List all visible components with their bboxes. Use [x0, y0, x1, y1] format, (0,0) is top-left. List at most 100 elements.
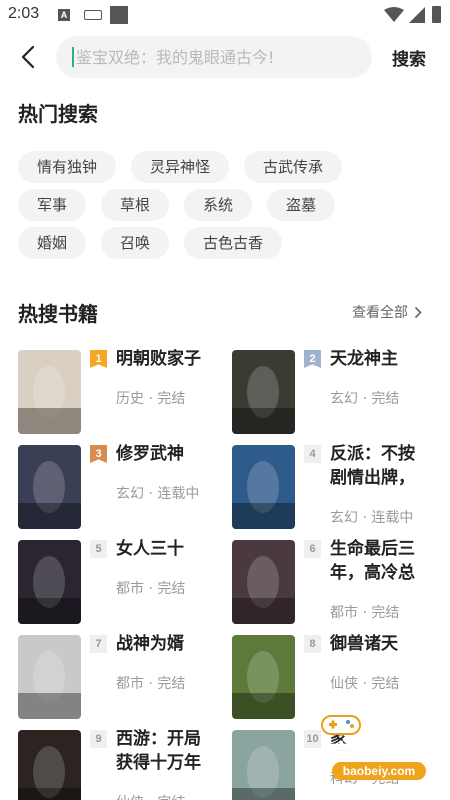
search-tag[interactable]: 召唤	[101, 227, 170, 259]
search-box[interactable]	[56, 36, 372, 78]
signal-icon	[409, 7, 425, 23]
book-meta: 仙侠 · 完结	[330, 673, 399, 693]
book-status: 完结	[371, 605, 400, 621]
search-tag[interactable]: 古色古香	[184, 227, 283, 259]
book-genre: 玄幻	[330, 391, 358, 407]
book-cover[interactable]	[18, 540, 81, 624]
book-cover[interactable]	[232, 635, 295, 719]
book-title[interactable]: 御兽诸天	[330, 632, 426, 656]
book-item[interactable]: 5 女人三十都市 · 完结	[18, 537, 228, 630]
book-cover[interactable]	[232, 540, 295, 624]
watermark-url: baobeiy.com	[332, 762, 426, 780]
book-item[interactable]: 7 战神为婿都市 · 完结	[18, 632, 228, 725]
book-meta: 历史 · 完结	[116, 388, 185, 408]
book-status: 完结	[371, 391, 400, 407]
status-time: 2:03	[8, 5, 40, 22]
book-title[interactable]: 天龙神主	[330, 347, 426, 371]
book-cover[interactable]	[18, 445, 81, 529]
keyboard-icon	[84, 10, 102, 20]
hot-search-tags: 情有独钟 灵异神怪 古武传承 军事 草根 系统 盗墓 婚姻 召唤 古色古香	[18, 151, 438, 265]
book-status: 完结	[371, 676, 400, 692]
rank-badge: 8	[304, 635, 321, 653]
rank-badge: 2	[304, 350, 321, 368]
book-status: 连载中	[157, 486, 200, 502]
meta-separator: ·	[144, 795, 157, 800]
book-item[interactable]: 4 反派：不按剧情出牌， 玄幻 · 连载中	[232, 442, 442, 535]
book-status: 完结	[157, 676, 186, 692]
book-title[interactable]: 女人三十	[116, 537, 212, 561]
book-genre: 都市	[116, 581, 144, 597]
book-genre: 玄幻	[330, 510, 358, 526]
book-item[interactable]: 2 天龙神主玄幻 · 完结	[232, 347, 442, 440]
book-cover[interactable]	[18, 635, 81, 719]
book-meta: 玄幻 · 连载中	[116, 483, 199, 503]
book-item[interactable]: 1 明朝败家子历史 · 完结	[18, 347, 228, 440]
book-meta: 仙侠 · 完结	[116, 792, 185, 800]
book-genre: 都市	[116, 676, 144, 692]
meta-separator: ·	[358, 676, 372, 692]
back-button[interactable]	[14, 42, 42, 72]
chevron-right-icon	[414, 306, 422, 318]
book-genre: 历史	[116, 391, 144, 407]
search-button[interactable]: 搜索	[392, 45, 426, 70]
text-cursor	[72, 47, 74, 67]
meta-separator: ·	[358, 391, 372, 407]
tag-row: 军事 草根 系统 盗墓	[18, 189, 438, 221]
search-tag[interactable]: 草根	[101, 189, 170, 221]
notification-square-icon	[110, 6, 128, 24]
book-status: 完结	[157, 581, 186, 597]
wifi-icon	[384, 7, 404, 22]
book-meta: 都市 · 完结	[330, 602, 399, 622]
rank-badge: 4	[304, 445, 321, 463]
book-title[interactable]: 反派：不按剧情出牌，	[330, 442, 426, 490]
book-cover[interactable]	[18, 350, 81, 434]
book-status: 连载中	[371, 510, 414, 526]
meta-separator: ·	[144, 391, 158, 407]
search-tag[interactable]: 情有独钟	[18, 151, 117, 183]
book-title[interactable]: 生命最后三年，高冷总	[330, 537, 426, 585]
book-item[interactable]: 6 生命最后三年，高冷总 都市 · 完结	[232, 537, 442, 630]
book-genre: 都市	[330, 605, 358, 621]
meta-separator: ·	[144, 676, 158, 692]
rank-badge: 3	[90, 445, 107, 463]
book-title[interactable]: 战神为婿	[116, 632, 212, 656]
hot-books-title: 热搜书籍	[18, 302, 98, 326]
book-title[interactable]: 修罗武神	[116, 442, 212, 466]
search-input[interactable]	[76, 36, 366, 78]
book-cover[interactable]	[232, 350, 295, 434]
view-all-label: 查看全部	[352, 305, 408, 321]
rank-badge: 5	[90, 540, 107, 558]
book-status: 完结	[157, 391, 186, 407]
book-meta: 都市 · 完结	[116, 578, 185, 598]
book-genre: 仙侠	[116, 795, 144, 800]
watermark: 宝贝游戏网 baobeiy.com	[296, 712, 450, 784]
book-meta: 玄幻 · 连载中	[330, 507, 413, 527]
book-cover[interactable]	[18, 730, 81, 800]
search-tag[interactable]: 盗墓	[267, 189, 336, 221]
book-genre: 仙侠	[330, 676, 358, 692]
book-meta: 玄幻 · 完结	[330, 388, 399, 408]
rank-badge: 1	[90, 350, 107, 368]
book-item[interactable]: 3 修罗武神玄幻 · 连载中	[18, 442, 228, 535]
meta-separator: ·	[358, 510, 372, 526]
meta-separator: ·	[144, 581, 158, 597]
book-title[interactable]: 西游：开局获得十万年	[116, 727, 212, 775]
rank-badge: 7	[90, 635, 107, 653]
hot-search-title: 热门搜索	[18, 102, 98, 126]
search-tag[interactable]: 婚姻	[18, 227, 87, 259]
meta-separator: ·	[144, 486, 158, 502]
search-tag[interactable]: 古武传承	[244, 151, 343, 183]
search-tag[interactable]: 灵异神怪	[131, 151, 230, 183]
book-title[interactable]: 明朝败家子	[116, 347, 212, 371]
rank-badge: 9	[90, 730, 107, 748]
search-tag[interactable]: 系统	[184, 189, 253, 221]
book-item[interactable]: 9 西游：开局获得十万年仙侠 · 完结	[18, 727, 228, 800]
meta-separator: ·	[358, 605, 372, 621]
status-bar: 2:03 A	[0, 0, 450, 30]
book-status: 完结	[157, 795, 185, 800]
book-cover[interactable]	[232, 730, 295, 800]
view-all-link[interactable]: 查看全部	[352, 302, 422, 322]
battery-icon	[432, 6, 441, 23]
book-cover[interactable]	[232, 445, 295, 529]
search-tag[interactable]: 军事	[18, 189, 87, 221]
